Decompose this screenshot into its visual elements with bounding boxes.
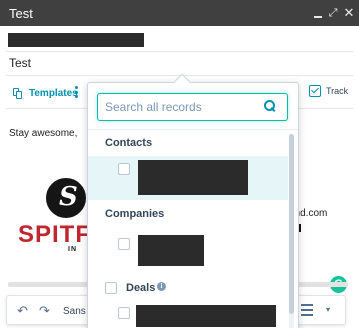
recipient-field-redacted[interactable] — [8, 33, 144, 47]
section-heading-contacts: Contacts — [105, 137, 153, 149]
undo-icon[interactable]: ↶ — [17, 303, 28, 319]
section-select-all-checkbox[interactable] — [105, 282, 117, 294]
email-body-text[interactable]: Stay awesome, — [9, 128, 77, 139]
more-formatting-chevron-icon[interactable]: ▾ — [326, 305, 330, 314]
section-header-deals: Deals i — [88, 278, 288, 300]
scrollbar-thumb[interactable] — [289, 134, 294, 314]
record-name-redacted — [136, 305, 276, 327]
search-icon[interactable] — [264, 100, 276, 112]
section-heading-deals: Deals — [126, 282, 156, 294]
templates-icon — [13, 87, 22, 99]
templates-button[interactable]: Templates — [13, 86, 78, 100]
record-name-redacted — [138, 235, 204, 266]
email-compose-window: Test ⤢ ✕ Test Templates ▾ Track Stay awe… — [0, 0, 359, 328]
record-checkbox[interactable] — [118, 307, 130, 319]
popover-caret — [173, 73, 191, 91]
record-checkbox[interactable] — [118, 238, 130, 250]
close-icon[interactable]: ✕ — [342, 3, 356, 23]
minimize-icon[interactable] — [311, 3, 325, 23]
more-options-icon[interactable] — [75, 86, 79, 98]
track-label: Track — [326, 86, 349, 96]
vertical-scrollbar[interactable] — [289, 134, 294, 328]
search-box — [97, 93, 288, 121]
subject-field[interactable]: Test — [9, 56, 31, 70]
list-item[interactable] — [88, 228, 288, 274]
redo-icon[interactable]: ↷ — [39, 303, 50, 319]
info-icon[interactable]: i — [157, 282, 166, 291]
section-heading-companies: Companies — [105, 208, 165, 220]
bulleted-list-icon[interactable] — [301, 304, 313, 316]
record-name-redacted — [138, 160, 248, 195]
divider — [6, 51, 353, 52]
list-item[interactable] — [88, 156, 288, 200]
signature-logo-icon: S — [46, 178, 86, 218]
track-checkbox[interactable] — [309, 85, 321, 97]
list-item[interactable] — [88, 302, 288, 328]
records-list: Contacts Companies Deals i — [88, 130, 288, 328]
search-input[interactable] — [105, 99, 260, 115]
templates-label: Templates — [29, 87, 78, 99]
record-checkbox[interactable] — [118, 163, 130, 175]
title-bar: Test ⤢ ✕ — [0, 0, 359, 26]
window-title: Test — [9, 6, 33, 21]
associate-records-popover: Contacts Companies Deals i — [87, 73, 299, 328]
maximize-icon[interactable]: ⤢ — [326, 3, 340, 23]
logo-letter: S — [59, 182, 78, 212]
signature-logo-subtext: IN — [68, 246, 77, 253]
